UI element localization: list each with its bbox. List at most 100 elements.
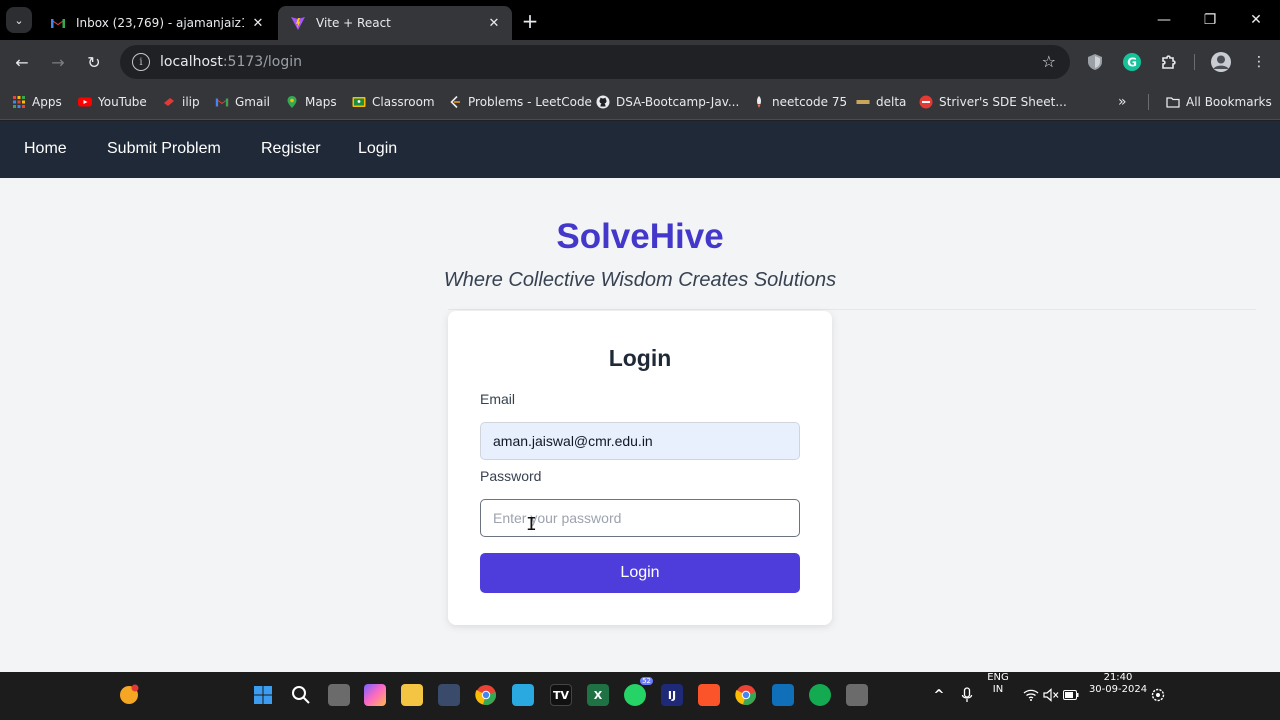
forward-button[interactable]: →: [46, 50, 70, 74]
bookmark-label: All Bookmarks: [1186, 95, 1272, 109]
bookmark-maps[interactable]: Maps: [285, 92, 337, 112]
widgets-icon[interactable]: [118, 684, 140, 706]
minimize-window-button[interactable]: —: [1154, 10, 1174, 30]
bookmark-youtube[interactable]: YouTube: [78, 92, 147, 112]
grammarly-extension-icon[interactable]: G: [1121, 51, 1143, 73]
browser-menu-button[interactable]: ⋮: [1248, 51, 1270, 73]
close-icon: ✕: [1250, 12, 1262, 28]
browser-toolbar: ← → ↻ i localhost :5173/login ☆ G ⋮: [0, 40, 1280, 84]
language-indicator[interactable]: ENG IN: [984, 672, 1012, 696]
gmail-icon: [51, 19, 65, 28]
profile-avatar[interactable]: [1210, 51, 1232, 73]
snipping-tool-icon[interactable]: [846, 684, 868, 706]
brave-icon[interactable]: [698, 684, 720, 706]
bookmark-label: Apps: [32, 95, 62, 109]
toolbar-divider: [1194, 54, 1195, 70]
show-hidden-icons-chevron[interactable]: ^: [928, 684, 950, 706]
nav-link-submit-problem[interactable]: Submit Problem: [107, 140, 221, 158]
intellij-icon[interactable]: IJ: [661, 684, 683, 706]
url-host: localhost: [160, 54, 223, 70]
ilip-icon: [164, 98, 174, 106]
bookmark-striver-sheet[interactable]: Striver's SDE Sheet...: [919, 92, 1067, 112]
shield-icon: [1088, 54, 1102, 70]
bookmark-label: Gmail: [235, 95, 271, 109]
restore-window-button[interactable]: ❐: [1200, 10, 1220, 30]
all-bookmarks-button[interactable]: All Bookmarks: [1166, 92, 1272, 112]
battery-icon[interactable]: [1060, 684, 1082, 706]
youtube-icon: [78, 97, 92, 107]
chevron-down-icon: ⌄: [14, 13, 24, 27]
taskbar-search-icon[interactable]: [290, 684, 312, 706]
vscode-icon[interactable]: [772, 684, 794, 706]
tab-search-button[interactable]: ⌄: [6, 7, 32, 33]
bookmark-dsa-bootcamp[interactable]: DSA-Bootcamp-Jav...: [596, 92, 739, 112]
microphone-icon[interactable]: [956, 684, 978, 706]
volume-muted-icon[interactable]: [1040, 684, 1062, 706]
bookmark-label: Classroom: [372, 95, 435, 109]
copilot-icon[interactable]: [364, 684, 386, 706]
region-code: IN: [992, 684, 1004, 695]
clock-time: 21:40: [1103, 672, 1133, 683]
vite-icon: [291, 17, 305, 30]
close-tab-icon[interactable]: ✕: [486, 15, 502, 31]
apps-grid-icon: [13, 96, 25, 108]
new-tab-button[interactable]: +: [518, 9, 542, 33]
back-button[interactable]: ←: [10, 50, 34, 74]
close-tab-icon[interactable]: ✕: [250, 15, 266, 31]
bookmark-gmail[interactable]: Gmail: [215, 92, 270, 112]
windows-start-icon[interactable]: [252, 684, 274, 706]
file-explorer-icon[interactable]: [401, 684, 423, 706]
bookmarks-overflow-button[interactable]: »: [1118, 92, 1127, 112]
site-info-icon[interactable]: i: [132, 53, 150, 71]
extensions-button[interactable]: [1158, 51, 1180, 73]
bookmark-star-icon[interactable]: ☆: [1042, 52, 1056, 71]
bookmark-leetcode[interactable]: Problems - LeetCode: [448, 92, 592, 112]
bookmarks-divider: [1148, 94, 1149, 110]
remote-desktop-icon[interactable]: [512, 684, 534, 706]
nav-link-register[interactable]: Register: [261, 140, 321, 158]
close-window-button[interactable]: ✕: [1246, 10, 1266, 30]
wifi-icon[interactable]: [1020, 684, 1042, 706]
bookmark-apps[interactable]: Apps: [12, 92, 62, 112]
bookmark-neetcode[interactable]: neetcode 75: [752, 92, 847, 112]
nav-link-login[interactable]: Login: [358, 140, 397, 158]
tab-gmail-inbox[interactable]: Inbox (23,769) - ajamanjaiz14@ ✕: [38, 6, 276, 40]
chrome-icon[interactable]: [475, 684, 497, 706]
email-field[interactable]: [480, 422, 800, 460]
shield-extension-icon[interactable]: [1084, 51, 1106, 73]
double-chevron-right-icon: »: [1118, 94, 1127, 110]
whatsapp-icon[interactable]: 52: [624, 677, 653, 706]
reload-button[interactable]: ↻: [82, 50, 106, 74]
calculator-icon[interactable]: [438, 684, 460, 706]
plus-icon: +: [521, 9, 539, 33]
nav-link-home[interactable]: Home: [24, 140, 67, 158]
login-button[interactable]: Login: [480, 553, 800, 593]
chrome-active-icon[interactable]: [735, 684, 757, 706]
bookmark-label: DSA-Bootcamp-Jav...: [616, 95, 740, 109]
url-path: :5173/login: [222, 54, 303, 70]
page-viewport: Home Submit Problem Register Login Solve…: [0, 121, 1280, 672]
whatsapp-badge: 52: [640, 677, 653, 685]
address-bar[interactable]: i localhost :5173/login ☆: [120, 45, 1070, 79]
notification-settings-icon[interactable]: [1147, 684, 1169, 706]
bookmark-delta[interactable]: delta: [856, 92, 906, 112]
github-icon: [596, 95, 610, 109]
bookmark-classroom[interactable]: Classroom: [352, 92, 435, 112]
header-divider: [448, 309, 1256, 310]
excel-icon[interactable]: X: [587, 684, 609, 706]
login-form-title: Login: [608, 345, 672, 371]
mongodb-compass-icon[interactable]: [809, 684, 831, 706]
tradingview-icon[interactable]: TV: [550, 684, 572, 706]
task-view-icon[interactable]: [328, 684, 350, 706]
bookmark-label: delta: [876, 95, 907, 109]
maps-icon: [287, 96, 297, 108]
avatar-icon: [1211, 52, 1231, 72]
bookmark-label: Striver's SDE Sheet...: [939, 95, 1067, 109]
system-clock[interactable]: 21:40 30-09-2024: [1086, 672, 1150, 696]
login-card: Login Email Password Login: [448, 311, 832, 625]
text-cursor-icon: I: [526, 514, 537, 535]
tab-vite-react[interactable]: Vite + React ✕: [278, 6, 512, 40]
bookmark-ilip[interactable]: ilip: [162, 92, 200, 112]
neetcode-icon: [757, 96, 761, 108]
brand-tagline: Where Collective Wisdom Creates Solution…: [443, 269, 837, 291]
